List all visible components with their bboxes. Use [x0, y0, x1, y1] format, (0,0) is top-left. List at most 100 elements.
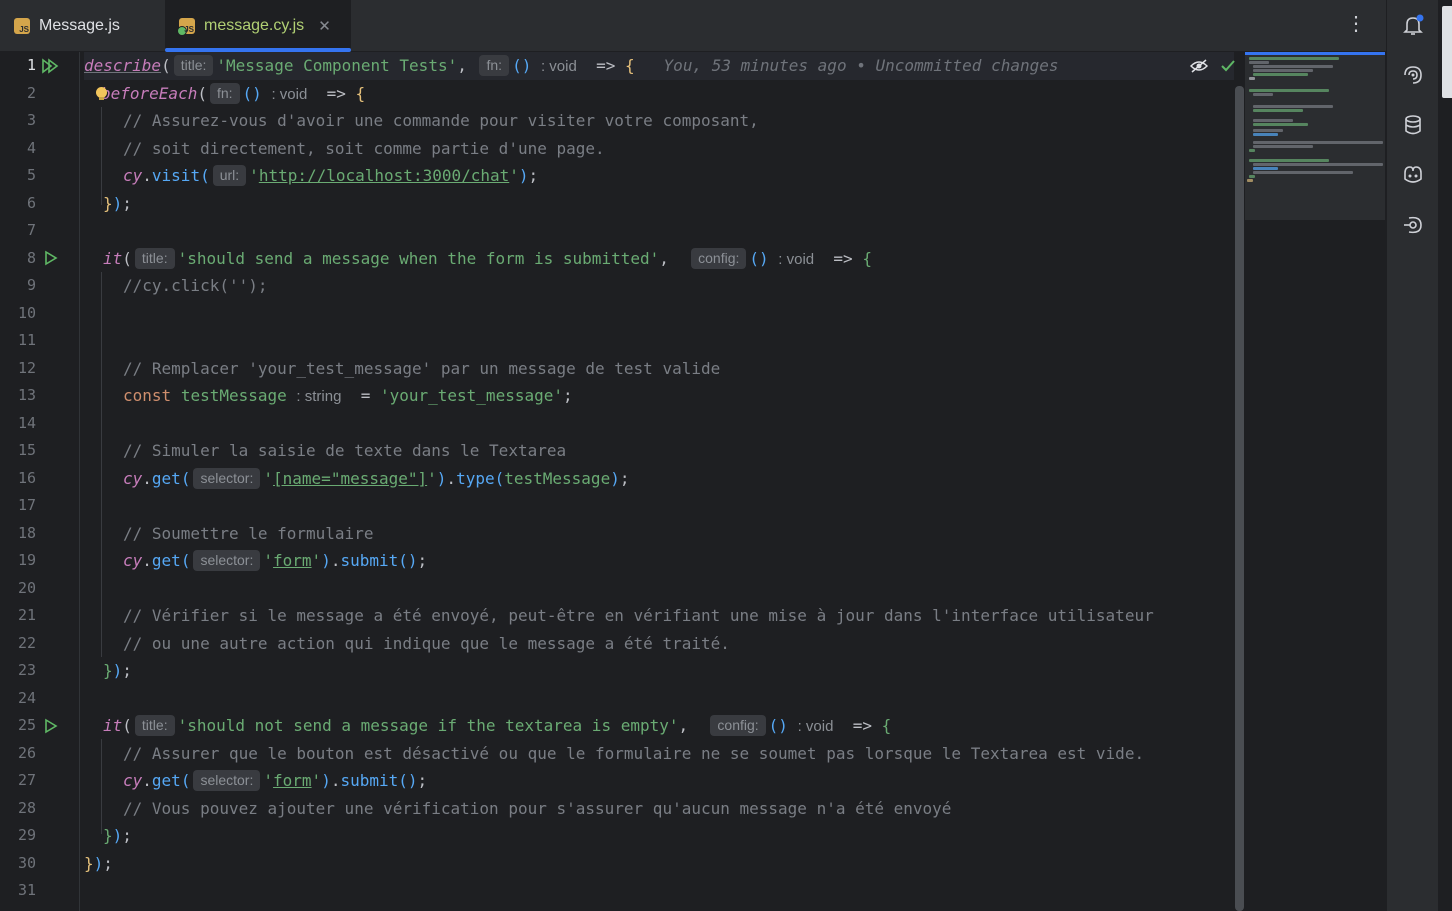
- tab-label: message.cy.js: [204, 17, 305, 34]
- checkmark-icon[interactable]: [1220, 58, 1236, 78]
- param-hint: selector:: [193, 550, 261, 571]
- line-number: 1: [26, 56, 36, 74]
- code-line-25: it(title:'should not send a message if t…: [103, 715, 892, 736]
- line-number: 30: [17, 853, 36, 872]
- code-line-30: });: [84, 853, 113, 873]
- string-literal: 'Message Component Tests': [216, 56, 458, 75]
- vertical-scrollbar[interactable]: [1235, 86, 1244, 911]
- run-test-icon[interactable]: [43, 250, 59, 266]
- tab-message-cy-js[interactable]: message.cy.js ✕: [165, 0, 351, 52]
- code-editor[interactable]: 1 2 3 4 5 6 7 8 9 10 11 12 13 14 15 16 17 18 19 20 21 22 23 24 2…: [0, 52, 1245, 911]
- inspection-widget[interactable]: [1189, 58, 1236, 78]
- endpoints-icon[interactable]: [1399, 211, 1427, 239]
- minimap-line: [1247, 179, 1253, 182]
- minimap-line: [1253, 123, 1308, 126]
- code-line-29: });: [103, 826, 132, 845]
- minimap-line: [1253, 129, 1283, 132]
- line-number-gutter: 1 2 3 4 5 6 7 8 9 10 11 12 13 14 15 16 17 18 19 20 21 22 23 24 2…: [0, 52, 80, 911]
- line-number: 4: [26, 138, 36, 157]
- code-line-9: //cy.click('');: [123, 276, 268, 295]
- selector-link[interactable]: form: [273, 551, 312, 570]
- line-number: 25: [17, 716, 36, 734]
- line-number: 9: [26, 276, 36, 294]
- method-name: submit: [340, 771, 399, 790]
- line-number: 27: [17, 771, 36, 789]
- line-number: 14: [17, 413, 36, 432]
- code-line-16: cy.get(selector: '[name="message"]').type…: [123, 467, 630, 489]
- line-number: 29: [17, 826, 36, 844]
- minimap-line: [1249, 159, 1329, 162]
- it-call: it: [103, 248, 123, 268]
- minimap-line: [1253, 145, 1313, 148]
- database-icon[interactable]: [1399, 111, 1427, 139]
- code-line-4: // soit directement, soit comme partie d…: [123, 138, 605, 158]
- line-number: 13: [17, 386, 36, 404]
- line-number: 18: [17, 523, 36, 542]
- code-minimap[interactable]: [1245, 52, 1385, 220]
- line-number: 23: [17, 661, 36, 679]
- line-number: 17: [17, 496, 36, 514]
- line-number: 26: [17, 743, 36, 762]
- line-number: 10: [17, 303, 36, 322]
- string-literal: 'should not send a message if the textar…: [177, 716, 679, 735]
- code-line-26: // Assurer que le bouton est désactivé o…: [123, 743, 1145, 763]
- copilot-icon[interactable]: [1399, 161, 1427, 189]
- param-hint: selector:: [193, 467, 261, 489]
- param-hint: title:: [134, 247, 175, 269]
- edge-panel-handle[interactable]: [1442, 6, 1452, 98]
- param-hint: title:: [173, 55, 214, 76]
- line-number: 8: [26, 248, 36, 267]
- notifications-bell-icon[interactable]: [1399, 11, 1427, 39]
- minimap-line: [1253, 141, 1383, 144]
- type-hint: : void: [797, 718, 834, 735]
- lightbulb-icon[interactable]: [96, 86, 107, 101]
- more-options-icon[interactable]: ⋮: [1346, 14, 1366, 34]
- selector-link[interactable]: [name="message"]: [273, 469, 427, 488]
- selector-link[interactable]: form: [273, 771, 312, 790]
- method-name: visit: [151, 166, 201, 185]
- line-number: 16: [17, 468, 36, 487]
- code-line-13: const testMessage : string = 'your_test_…: [123, 386, 573, 405]
- javascript-test-file-icon: [177, 18, 195, 36]
- beforeeach-call: beforeEach: [101, 83, 198, 103]
- line-number: 2: [26, 83, 36, 102]
- line-number: 15: [17, 441, 36, 459]
- minimap-line: [1253, 133, 1278, 136]
- code-line-21: // Vérifier si le message a été envoyé, …: [123, 606, 1154, 625]
- url-link[interactable]: http://localhost:3000/chat: [259, 166, 509, 185]
- window-edge: [1438, 0, 1452, 911]
- minimap-line: [1253, 73, 1308, 76]
- line-number: 7: [26, 221, 36, 239]
- code-line-19: cy.get(selector:'form').submit();: [123, 550, 428, 571]
- code-line-2: beforeEach(fn:() : void => {: [96, 80, 365, 108]
- ai-assistant-icon[interactable]: [1399, 61, 1427, 89]
- code-line-3: // Assurez-vous d'avoir une commande pou…: [123, 111, 759, 130]
- minimap-line: [1249, 89, 1329, 92]
- param-hint: title:: [134, 715, 175, 736]
- line-number: 11: [17, 331, 36, 349]
- tab-label: Message.js: [39, 17, 120, 34]
- param-hint: config:: [710, 715, 766, 736]
- param-hint: fn:: [479, 55, 510, 76]
- line-number: 21: [17, 606, 36, 624]
- close-tab-icon[interactable]: ✕: [318, 17, 331, 35]
- code-line-8: it(title:'should send a message when the…: [103, 247, 872, 269]
- type-hint: : void: [778, 250, 815, 268]
- param-hint: selector:: [193, 770, 261, 791]
- method-name: get: [151, 468, 181, 488]
- minimap-line: [1253, 167, 1278, 170]
- line-number: 24: [17, 688, 36, 707]
- run-test-suite-icon[interactable]: [41, 58, 59, 74]
- minimap-line: [1253, 65, 1333, 68]
- cy-object: cy: [123, 771, 143, 790]
- method-name: get: [151, 551, 181, 570]
- run-test-icon[interactable]: [43, 718, 59, 734]
- variable-name: testMessage: [180, 386, 287, 405]
- cy-object: cy: [123, 468, 143, 488]
- tab-message-js[interactable]: Message.js: [0, 0, 162, 52]
- type-hint: : void: [540, 58, 577, 75]
- minimap-line: [1249, 175, 1255, 178]
- indent-guide: [101, 107, 102, 205]
- hide-eye-icon[interactable]: [1189, 58, 1209, 78]
- code-line-6: });: [103, 193, 132, 213]
